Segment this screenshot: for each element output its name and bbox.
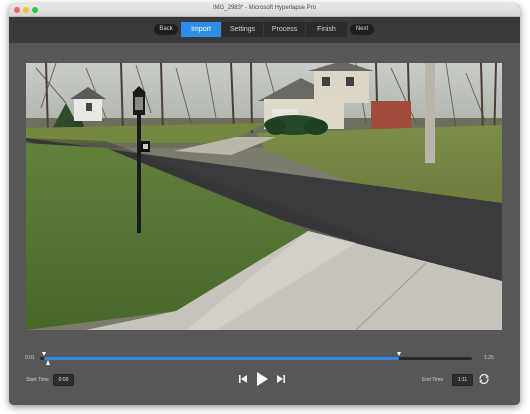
video-frame-image: [26, 63, 502, 330]
trim-end-handle[interactable]: [396, 352, 401, 356]
loop-icon[interactable]: [478, 373, 490, 385]
window-title: IMG_2983* - Microsoft Hyperlapse Pro: [212, 5, 317, 11]
current-time: 0:01: [25, 355, 35, 361]
app-window: IMG_2983* - Microsoft Hyperlapse Pro Bac…: [9, 4, 520, 405]
total-time: 1:25: [484, 355, 494, 361]
playhead-marker[interactable]: [46, 360, 51, 365]
import-panel: 0:01 1:25 Start Time 0:00 End Time 1:11: [9, 43, 520, 405]
end-time-label: End Time: [422, 377, 444, 383]
next-button[interactable]: Next: [350, 24, 374, 35]
tab-settings[interactable]: Settings: [222, 22, 263, 37]
end-time-field[interactable]: 1:11: [452, 374, 473, 386]
back-button[interactable]: Back: [154, 24, 178, 35]
skip-back-icon[interactable]: [236, 372, 250, 386]
title-bar: IMG_2983* - Microsoft Hyperlapse Pro: [9, 4, 520, 17]
start-time-label: Start Time: [26, 377, 49, 383]
tab-finish[interactable]: Finish: [306, 22, 347, 37]
start-time-field[interactable]: 0:00: [53, 374, 74, 386]
tab-process[interactable]: Process: [264, 22, 305, 37]
playback-controls: 0:01 1:25 Start Time 0:00 End Time 1:11: [25, 346, 502, 396]
trim-start-handle[interactable]: [42, 352, 47, 356]
skip-forward-icon[interactable]: [274, 372, 288, 386]
timeline-track[interactable]: [40, 352, 472, 365]
video-preview[interactable]: [26, 63, 502, 330]
selected-range: [44, 357, 399, 360]
play-icon[interactable]: [253, 370, 271, 388]
wizard-toolbar: Back Import Settings Process Finish Next: [9, 17, 520, 43]
tab-import[interactable]: Import: [181, 22, 221, 37]
